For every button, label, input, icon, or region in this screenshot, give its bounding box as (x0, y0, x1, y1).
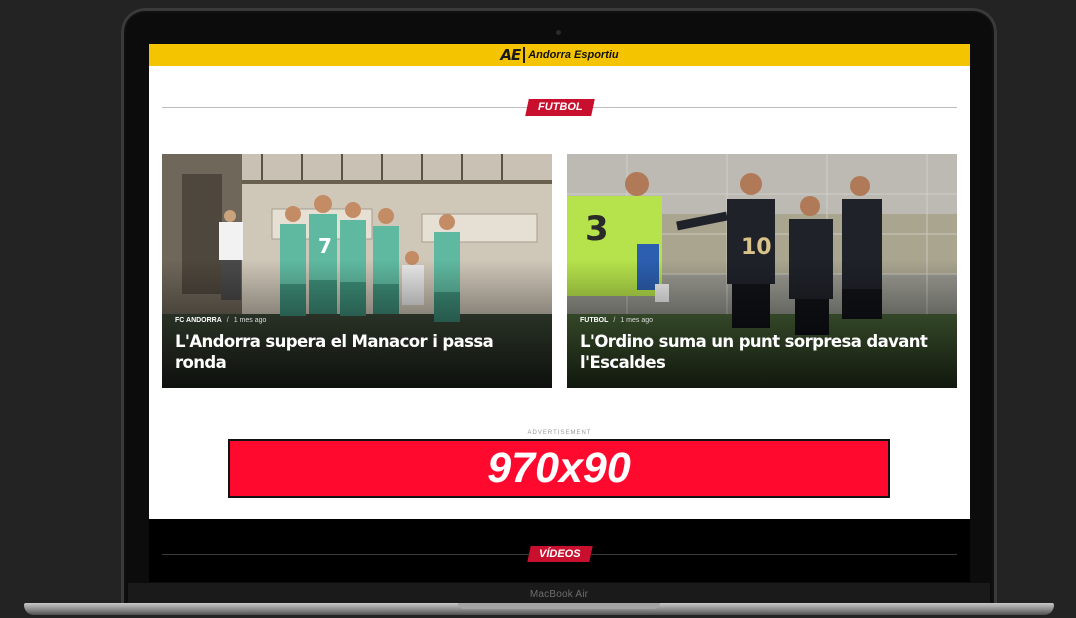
site-header: AE Andorra Esportiu (149, 44, 970, 66)
article-time: 1 mes ago (620, 317, 654, 324)
laptop-notch (458, 603, 660, 609)
laptop-screen: AE Andorra Esportiu FUTBOL FC ANDORRA / … (149, 44, 970, 582)
ad-banner[interactable]: 970x90 (228, 439, 890, 498)
meta-separator: / (613, 317, 616, 324)
article-time: 1 mes ago (233, 317, 267, 324)
article-meta: FC ANDORRA / 1 mes ago (175, 317, 266, 324)
article-card[interactable]: 3 10 (567, 154, 957, 388)
device-label: MacBook Air (529, 588, 589, 600)
article-meta: FUTBOL / 1 mes ago (580, 317, 653, 324)
section-badge-label: VÍDEOS (539, 548, 581, 560)
webcam-icon (556, 30, 561, 35)
ad-banner-text: 970x90 (487, 444, 631, 492)
content-area: FUTBOL FC ANDORRA / 1 mes ago L'Andorra … (149, 66, 970, 519)
advertisement-label: ADVERTISEMENT (527, 430, 592, 436)
site-logo-mark[interactable]: AE (500, 47, 526, 63)
site-logo-text[interactable]: Andorra Esportiu (528, 49, 618, 61)
article-card[interactable]: 7 FC ANDORRA / 1 mes ago L'Andorra super… (162, 154, 552, 388)
meta-separator: / (226, 317, 229, 324)
article-category[interactable]: FC ANDORRA (175, 317, 222, 324)
article-headline[interactable]: L'Andorra supera el Manacor i passa rond… (175, 331, 525, 373)
laptop-chin: MacBook Air (128, 583, 990, 605)
article-headline[interactable]: L'Ordino suma un punt sorpresa davant l'… (580, 331, 930, 373)
section-badge-videos[interactable]: VÍDEOS (527, 546, 593, 562)
section-badge-label: FUTBOL (537, 101, 583, 113)
article-category[interactable]: FUTBOL (580, 317, 608, 324)
section-badge-futbol[interactable]: FUTBOL (525, 99, 595, 116)
